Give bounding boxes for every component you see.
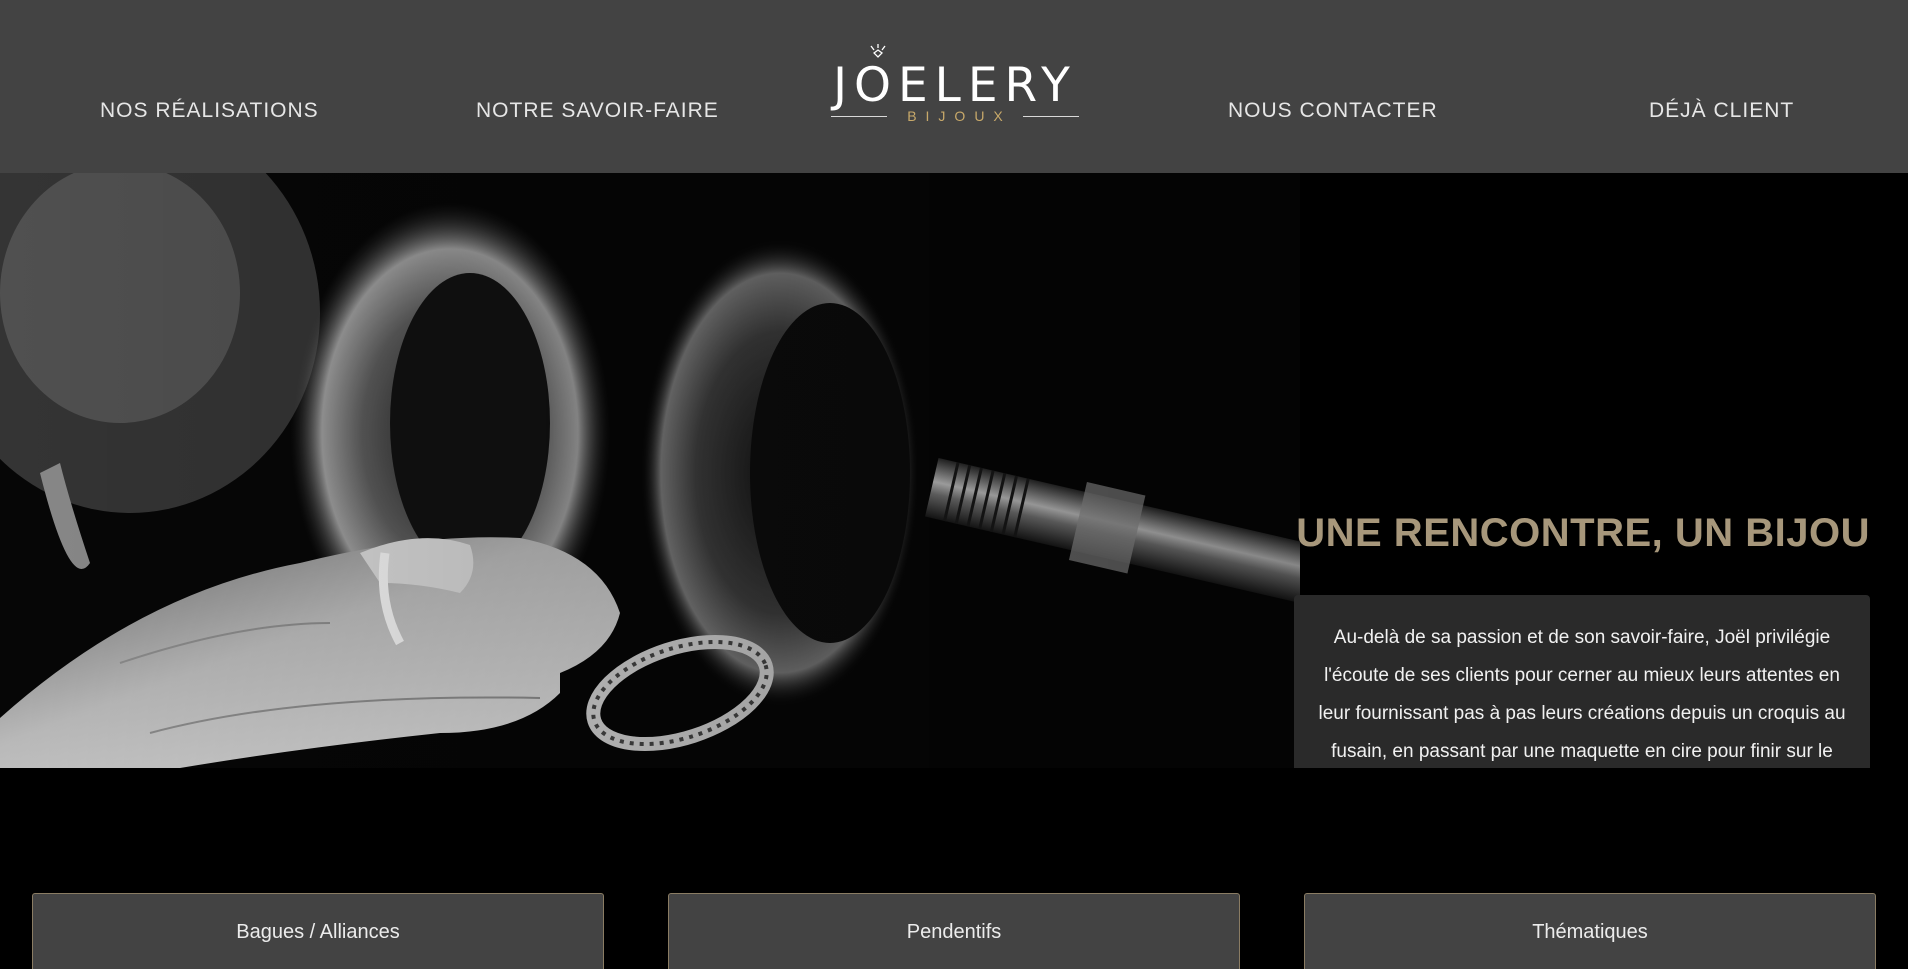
nav-deja-client[interactable]: DÉJÀ CLIENT bbox=[1649, 99, 1794, 123]
category-bagues-alliances-button[interactable]: Bagues / Alliances bbox=[32, 893, 604, 969]
ring-icon bbox=[870, 44, 886, 58]
site-logo[interactable]: JOELERY BIJOUX bbox=[828, 44, 1082, 124]
hero-image-jeweler-polishing-ring bbox=[0, 173, 1300, 768]
hero-description: Au-delà de sa passion et de son savoir-f… bbox=[1318, 627, 1846, 762]
logo-divider-right bbox=[1023, 116, 1079, 117]
category-thematiques-button[interactable]: Thématiques bbox=[1304, 893, 1876, 969]
nav-nos-realisations[interactable]: NOS RÉALISATIONS bbox=[100, 99, 319, 123]
logo-wordmark: JOELERY bbox=[833, 58, 1077, 113]
hero-text-box: Au-delà de sa passion et de son savoir-f… bbox=[1294, 595, 1870, 768]
nav-notre-savoir-faire[interactable]: NOTRE SAVOIR-FAIRE bbox=[476, 99, 719, 123]
nav-nous-contacter[interactable]: NOUS CONTACTER bbox=[1228, 99, 1438, 123]
site-header: NOS RÉALISATIONS NOTRE SAVOIR-FAIRE JOEL… bbox=[0, 0, 1908, 173]
category-pendentifs-button[interactable]: Pendentifs bbox=[668, 893, 1240, 969]
hero-title: UNE RENCONTRE, UN BIJOU bbox=[1296, 511, 1870, 555]
hero-section: UNE RENCONTRE, UN BIJOU Au-delà de sa pa… bbox=[0, 173, 1908, 768]
